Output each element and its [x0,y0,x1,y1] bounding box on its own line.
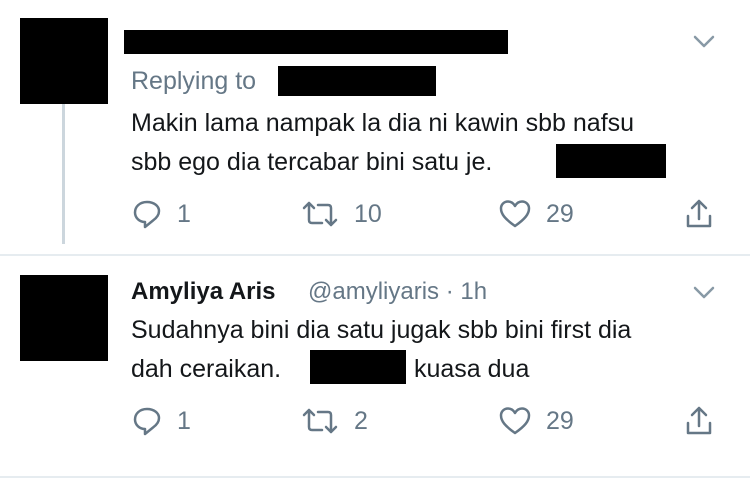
reply-count: 1 [177,406,191,435]
display-name[interactable]: Amyliya Aris [131,277,276,307]
share-icon[interactable] [684,405,714,437]
reply-icon[interactable] [131,405,163,437]
reply-action[interactable]: 1 [131,405,191,437]
chevron-down-icon[interactable] [692,285,716,301]
tweet-text-line-2-prefix: dah ceraikan. [131,355,282,383]
tweet-text-line-2-text: sbb ego dia tercabar bini satu je. [131,148,493,176]
retweet-action[interactable]: 2 [300,405,368,437]
avatar-redacted[interactable] [20,275,108,361]
like-action[interactable]: 29 [498,405,574,437]
tweet-text-line-2-suffix: kuasa dua [414,355,530,383]
handle-and-time: @amyliyaris · 1h [308,277,487,307]
like-icon[interactable] [498,405,532,437]
replying-to-handle-redacted[interactable] [278,66,436,96]
author-name-redacted [124,30,508,54]
reply-action[interactable]: 1 [131,198,191,230]
like-count: 29 [546,406,574,435]
user-handle[interactable]: @amyliyaris [308,278,439,305]
retweet-icon[interactable] [300,198,340,230]
like-count: 29 [546,199,574,228]
tweet-text-line-2: sbb ego dia tercabar bini satu je. [131,143,492,182]
timestamp[interactable]: 1h [460,278,487,305]
share-action[interactable] [684,405,714,437]
thread-connector-line [62,104,65,244]
like-icon[interactable] [498,198,532,230]
bottom-divider [0,476,750,478]
retweet-icon[interactable] [300,405,340,437]
separator-dot: · [445,278,454,305]
inline-redaction [310,350,406,384]
retweet-action[interactable]: 10 [300,198,382,230]
retweet-count: 2 [354,406,368,435]
tweet-divider [0,254,750,256]
reply-count: 1 [177,199,191,228]
share-icon[interactable] [684,198,714,230]
retweet-count: 10 [354,199,382,228]
replying-to-label: Replying to [131,67,257,95]
like-action[interactable]: 29 [498,198,574,230]
tweet-text-line-1: Sudahnya bini dia satu jugak sbb bini fi… [131,316,632,344]
avatar-redacted[interactable] [20,18,108,104]
share-action[interactable] [684,198,714,230]
reply-icon[interactable] [131,198,163,230]
tweet-text-line-1: Makin lama nampak la dia ni kawin sbb na… [131,109,635,137]
chevron-down-icon[interactable] [692,34,716,50]
inline-redaction [556,144,666,178]
